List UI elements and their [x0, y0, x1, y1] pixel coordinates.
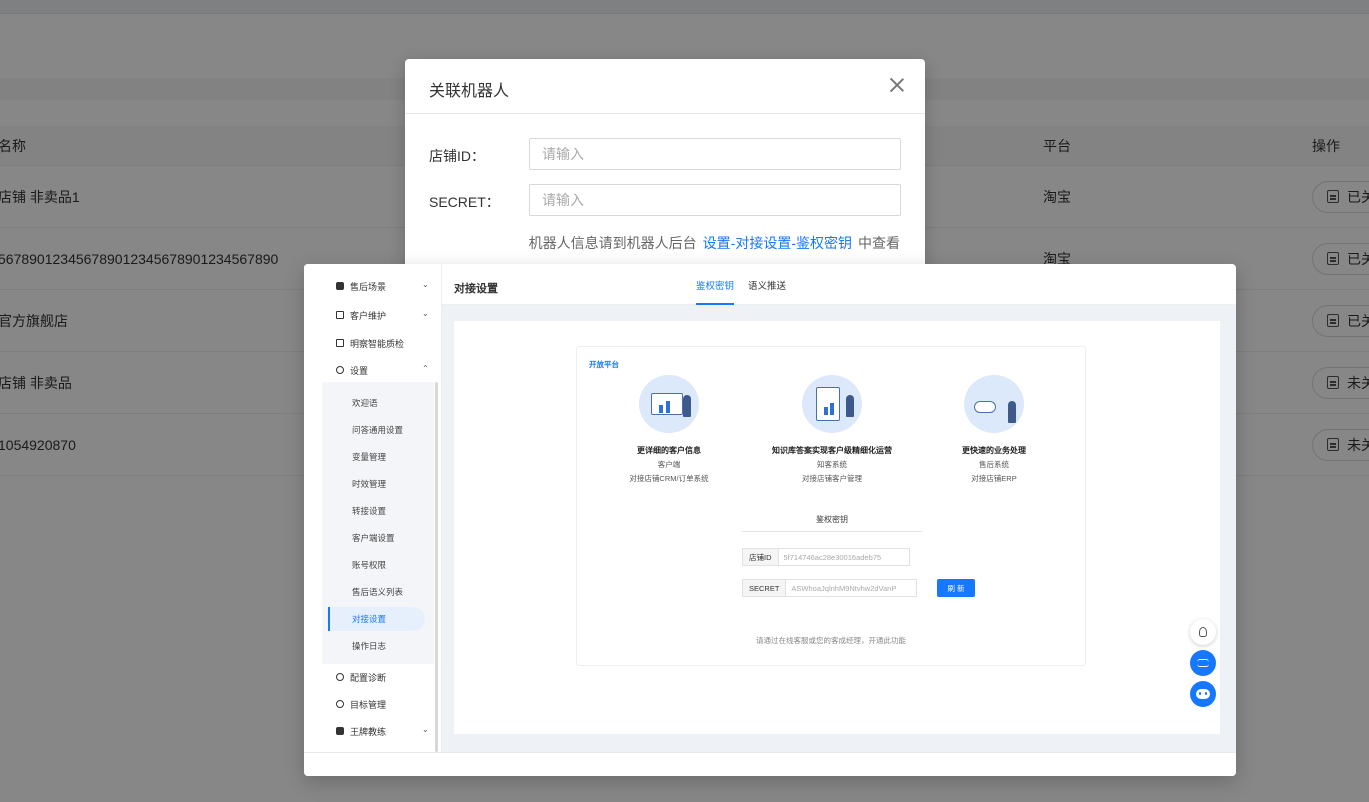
sidebar-item-settings[interactable]: 设置 — [336, 362, 368, 378]
feature-knowledge-base: 知识库答案实现客户级精细化运营 知客系统 对接店铺客户管理 — [747, 375, 917, 484]
dialog-title: 关联机器人 — [429, 83, 510, 100]
feature-line: 对接店铺客户管理 — [802, 474, 862, 483]
feature-line: 对接店铺CRM/订单系统 — [629, 474, 709, 483]
submenu-item[interactable]: 售后语义列表 — [352, 586, 403, 598]
chevron-up-icon: ⌃ — [422, 364, 429, 373]
robot-icon — [1196, 689, 1210, 699]
feature-customer-info: 更详细的客户信息 客户端 对接店铺CRM/订单系统 — [584, 375, 754, 484]
feature-title: 更详细的客户信息 — [637, 446, 701, 455]
feature-fast-processing: 更快速的业务处理 售后系统 对接店铺ERP — [909, 375, 1079, 484]
dialog-header: 关联机器人 — [405, 59, 925, 114]
shop-id-row: 店铺ID： — [429, 138, 901, 170]
secret-value: ASWhoaJqlnhM9Ntvhw2dVanP — [791, 583, 897, 593]
sidebar-item-label: 目标管理 — [350, 699, 387, 710]
sidebar-item-qc[interactable]: 明察智能质检 — [336, 335, 404, 351]
shop-id-label: 店铺ID： — [429, 148, 485, 164]
shop-id-value: 5f714746ac28e30016adeb75 — [783, 552, 882, 562]
gear-icon — [336, 366, 344, 374]
feature-line: 知客系统 — [817, 460, 847, 469]
backend-sidebar: 售后场景 ⌄ 客户维护 ⌄ 明察智能质检 设置 ⌃ 欢迎语 问答通用设置 变量管… — [304, 264, 442, 752]
popover-footer — [304, 752, 1236, 776]
submenu-item[interactable]: 客户端设置 — [352, 532, 395, 544]
chat-icon — [336, 311, 344, 319]
submenu-item[interactable]: 转接设置 — [352, 505, 386, 517]
robot-assistant-button[interactable] — [1190, 681, 1216, 707]
secret-key: SECRET — [743, 580, 787, 596]
rocket-illustration-icon — [964, 375, 1024, 433]
hint-suffix: 中查看 — [858, 235, 900, 251]
sidebar-item-targets[interactable]: 目标管理 — [336, 696, 386, 712]
submenu-item[interactable]: 操作日志 — [352, 640, 386, 652]
close-icon[interactable] — [889, 77, 905, 93]
tips-button[interactable] — [1190, 619, 1216, 645]
diagnose-icon — [336, 673, 344, 681]
chevron-down-icon: ⌄ — [422, 725, 429, 734]
open-platform-card: 开放平台 更详细的客户信息 客户端 对接店铺CRM/订单系统 知识库答案实现客户… — [576, 346, 1086, 666]
submenu-item[interactable]: 问答通用设置 — [352, 424, 403, 436]
submenu-item[interactable]: 时效管理 — [352, 478, 386, 490]
secret-display: SECRET ASWhoaJqlnhM9Ntvhw2dVanP — [742, 579, 918, 597]
dashboard-illustration-icon — [639, 375, 699, 433]
secret-label: SECRET： — [429, 194, 500, 210]
sidebar-item-label: 配置诊断 — [350, 672, 387, 683]
hint-settings-link[interactable]: 设置-对接设置-鉴权密钥 — [703, 235, 852, 251]
monitor-icon — [336, 339, 344, 347]
content-canvas: 开放平台 更详细的客户信息 客户端 对接店铺CRM/订单系统 知识库答案实现客户… — [454, 321, 1220, 734]
submenu-item[interactable]: 账号权限 — [352, 559, 386, 571]
help-screenshot-popover: 售后场景 ⌄ 客户维护 ⌄ 明察智能质检 设置 ⌃ 欢迎语 问答通用设置 变量管… — [304, 264, 1236, 776]
tablet-illustration-icon — [802, 375, 862, 433]
chevron-down-icon: ⌄ — [422, 280, 429, 289]
shop-id-key: 店铺ID — [743, 549, 779, 565]
sidebar-item-coach[interactable]: 王牌教练 — [336, 723, 386, 739]
lightbulb-icon — [1199, 627, 1207, 637]
hint-text: 机器人信息请到机器人后台 设置-对接设置-鉴权密钥 中查看 — [529, 233, 900, 253]
open-platform-tag: 开放平台 — [589, 360, 619, 369]
auth-key-title: 鉴权密钥 — [742, 514, 922, 532]
secret-input[interactable] — [529, 184, 901, 216]
feature-line: 售后系统 — [979, 460, 1009, 469]
sidebar-item-label: 设置 — [350, 365, 369, 376]
refresh-button[interactable]: 刷 新 — [937, 579, 975, 597]
shop-id-display: 店铺ID 5f714746ac28e30016adeb75 — [742, 548, 910, 566]
sidebar-item-customer-care[interactable]: 客户维护 — [336, 307, 386, 323]
feature-title: 更快速的业务处理 — [962, 446, 1026, 455]
link-robot-dialog: 关联机器人 店铺ID： SECRET： 机器人信息请到机器人后台设置-对接设置-… — [405, 59, 925, 279]
coach-icon — [336, 727, 344, 735]
sidebar-item-after-sale[interactable]: 售后场景 — [336, 278, 386, 294]
backend-page-title: 对接设置 — [454, 283, 498, 295]
chevron-down-icon: ⌄ — [422, 309, 429, 318]
sidebar-item-label: 明察智能质检 — [350, 338, 405, 349]
activation-note: 请通过在线客服或您的客成经理，开通此功能 — [756, 636, 906, 645]
sidebar-item-diagnose[interactable]: 配置诊断 — [336, 669, 386, 685]
submenu-item[interactable]: 变量管理 — [352, 451, 386, 463]
pulse-icon — [1197, 659, 1209, 667]
feature-title: 知识库答案实现客户级精细化运营 — [772, 446, 892, 455]
sidebar-item-label: 王牌教练 — [350, 726, 387, 737]
submenu-item-active[interactable]: 对接设置 — [352, 613, 386, 625]
feature-line: 客户端 — [657, 460, 681, 469]
sidebar-item-label: 售后场景 — [350, 281, 387, 292]
secret-row: SECRET： — [429, 184, 901, 216]
truck-icon — [336, 282, 344, 290]
submenu-item[interactable]: 欢迎语 — [352, 397, 378, 409]
feature-line: 对接店铺ERP — [971, 474, 1017, 483]
tab-auth-key[interactable]: 鉴权密钥 — [696, 278, 734, 292]
tab-semantic-push[interactable]: 语义推送 — [748, 278, 786, 292]
hint-prefix: 机器人信息请到机器人后台 — [528, 235, 697, 251]
backend-body: 开放平台 更详细的客户信息 客户端 对接店铺CRM/订单系统 知识库答案实现客户… — [442, 305, 1236, 752]
sidebar-item-label: 客户维护 — [350, 310, 387, 321]
sidebar-scrollbar[interactable] — [435, 382, 438, 752]
target-icon — [336, 700, 344, 708]
activity-button[interactable] — [1190, 650, 1216, 676]
backend-header: 对接设置 鉴权密钥 语义推送 — [442, 264, 1236, 305]
shop-id-input[interactable] — [529, 138, 901, 170]
